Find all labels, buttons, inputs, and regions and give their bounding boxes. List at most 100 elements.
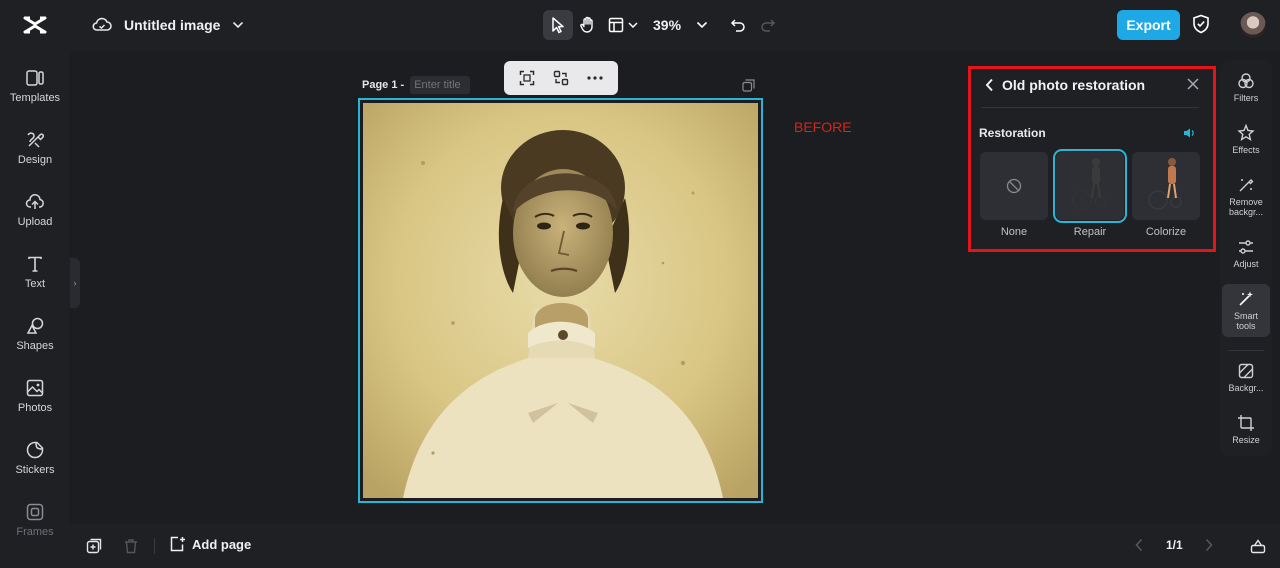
export-button[interactable]: Export — [1117, 10, 1180, 40]
layout-menu-button[interactable] — [603, 10, 643, 40]
sidebar-collapse-handle[interactable]: › — [70, 258, 80, 308]
rail-item-label: Backgr... — [1228, 383, 1264, 393]
resize-icon — [1238, 415, 1254, 431]
frames-icon — [26, 503, 44, 521]
sidebar-item-label: Design — [17, 154, 53, 166]
rail-item-resize[interactable]: Resize — [1222, 414, 1270, 445]
adjust-icon — [1239, 240, 1253, 254]
cursor-icon — [552, 17, 564, 34]
cyclist-bw-thumbnail — [1072, 158, 1106, 210]
text-icon — [28, 256, 42, 272]
rail-item-label: Remove backgr... — [1228, 197, 1264, 217]
zoom-dropdown-button[interactable] — [687, 10, 717, 40]
option-label: Repair — [1073, 226, 1107, 238]
duplicate-page-icon[interactable] — [742, 79, 755, 92]
rail-item-remove-background[interactable]: Remove backgr... — [1222, 176, 1270, 217]
sidebar-item-label: Text — [24, 278, 46, 290]
sidebar-item-design[interactable]: Design — [0, 130, 70, 186]
photos-icon — [26, 379, 44, 397]
speaker-icon[interactable] — [1183, 127, 1195, 139]
rail-item-label: Adjust — [1233, 259, 1259, 269]
rail-item-label: Effects — [1232, 145, 1260, 155]
sidebar-item-shapes[interactable]: Shapes — [0, 316, 70, 372]
rail-item-filters[interactable]: Filters — [1222, 72, 1270, 103]
sidebar-item-photos[interactable]: Photos — [0, 378, 70, 434]
remove-background-icon — [1239, 179, 1254, 192]
floating-toolbar — [504, 61, 618, 95]
stickers-icon — [26, 441, 44, 459]
editor-app: Untitled image 39% Export Templates Desi… — [0, 0, 1280, 568]
replace-icon — [553, 70, 569, 86]
sidebar-item-label: Upload — [17, 216, 53, 228]
sidebar-item-frames[interactable]: Frames — [0, 502, 70, 558]
upload-icon — [25, 194, 44, 209]
smart-crop-button[interactable] — [519, 70, 535, 86]
crop-frame-icon — [519, 70, 535, 86]
cloud-icon — [92, 17, 112, 33]
effects-icon — [1237, 124, 1255, 141]
avatar[interactable] — [1240, 12, 1266, 38]
back-chevron-icon[interactable] — [985, 78, 994, 92]
undo-button[interactable] — [723, 10, 753, 40]
old-photo-restoration-panel: Old photo restoration Restoration None R… — [968, 66, 1216, 252]
select-tool-button[interactable] — [543, 10, 573, 40]
old-portrait-photo[interactable] — [363, 103, 758, 498]
page-settings-icon[interactable] — [86, 538, 102, 554]
cyclist-color-thumbnail — [1148, 158, 1182, 210]
panel-divider — [981, 107, 1199, 108]
rail-item-adjust[interactable]: Adjust — [1222, 238, 1270, 269]
page-overview-icon[interactable] — [1250, 538, 1266, 554]
option-colorize[interactable]: Colorize — [1131, 152, 1201, 238]
trash-icon[interactable] — [123, 538, 139, 554]
section-label-restoration: Restoration — [979, 126, 1046, 140]
capcut-logo-icon[interactable] — [22, 12, 48, 38]
close-icon[interactable] — [1187, 78, 1199, 90]
page-canvas[interactable] — [358, 98, 763, 503]
shield-icon[interactable] — [1192, 14, 1210, 34]
add-page-button[interactable]: Add page — [170, 536, 251, 552]
design-icon — [27, 132, 45, 148]
replace-button[interactable] — [553, 70, 569, 86]
chevron-down-icon — [628, 22, 638, 28]
page-title-input[interactable] — [410, 76, 471, 94]
panel-title: Old photo restoration — [1002, 77, 1146, 93]
rail-item-background[interactable]: Backgr... — [1222, 362, 1270, 393]
previous-page-icon[interactable] — [1134, 538, 1144, 552]
option-thumbnail[interactable] — [1132, 152, 1200, 220]
sidebar-item-label: Templates — [9, 92, 61, 104]
sidebar-item-stickers[interactable]: Stickers — [0, 440, 70, 496]
next-page-icon[interactable] — [1204, 538, 1214, 552]
sidebar-item-label: Photos — [17, 402, 53, 414]
option-thumbnail[interactable] — [980, 152, 1048, 220]
document-title-area[interactable]: Untitled image — [92, 14, 244, 36]
bottom-divider — [154, 538, 155, 554]
option-label: None — [1000, 226, 1028, 238]
canvas-tools: 39% — [543, 10, 783, 40]
sidebar-item-upload[interactable]: Upload — [0, 192, 70, 248]
more-options-button[interactable] — [587, 76, 603, 80]
option-thumbnail[interactable] — [1053, 149, 1127, 223]
page-label: Page 1 - — [362, 79, 405, 91]
more-dots-icon — [587, 76, 603, 80]
add-page-icon — [170, 536, 185, 552]
zoom-level[interactable]: 39% — [653, 17, 681, 33]
left-sidebar: Templates Design Upload Text Shapes Phot… — [0, 50, 70, 568]
rail-item-smart-tools[interactable]: Smart tools — [1222, 284, 1270, 337]
page-counter: 1/1 — [1166, 538, 1183, 552]
document-title[interactable]: Untitled image — [124, 17, 220, 33]
sidebar-item-templates[interactable]: Templates — [0, 68, 70, 124]
chevron-down-icon[interactable] — [232, 21, 244, 29]
hand-tool-button[interactable] — [573, 10, 603, 40]
templates-icon — [26, 70, 44, 86]
rail-item-label: Smart tools — [1233, 311, 1258, 331]
option-none[interactable]: None — [979, 152, 1049, 238]
rail-item-effects[interactable]: Effects — [1222, 124, 1270, 155]
sidebar-item-label: Shapes — [16, 340, 54, 352]
option-repair[interactable]: Repair — [1053, 149, 1127, 238]
sidebar-item-text[interactable]: Text — [0, 254, 70, 310]
redo-button[interactable] — [753, 10, 783, 40]
right-tool-rail: Filters Effects Remove backgr... Adjust … — [1220, 60, 1272, 456]
hand-icon — [580, 16, 593, 33]
add-page-label: Add page — [192, 536, 252, 552]
before-annotation: BEFORE — [794, 119, 852, 135]
